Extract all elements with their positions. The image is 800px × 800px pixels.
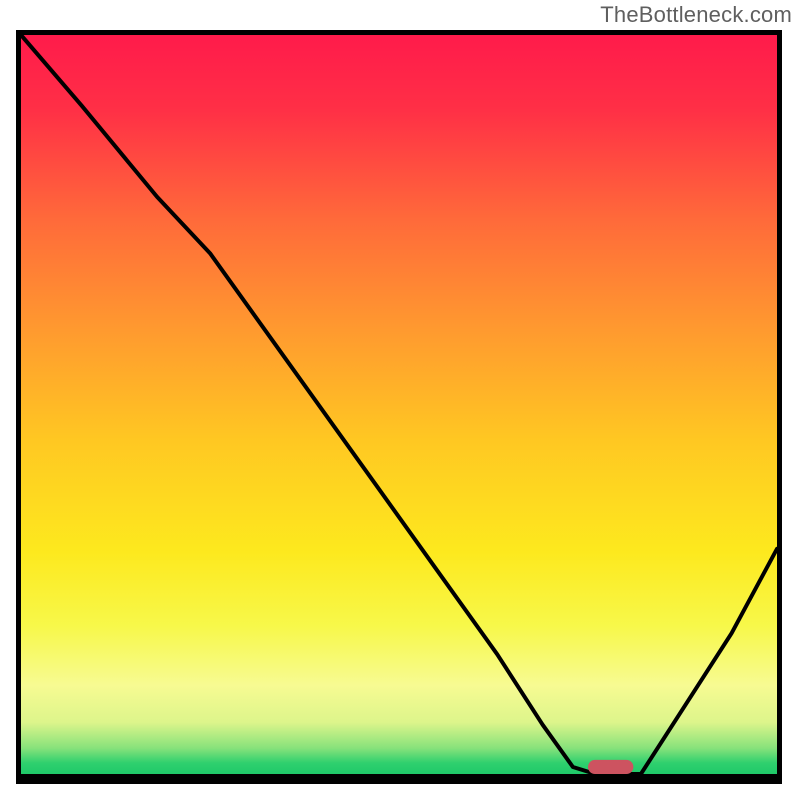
background-gradient bbox=[21, 35, 777, 774]
chart-frame bbox=[16, 30, 782, 784]
chart-container: TheBottleneck.com bbox=[0, 0, 800, 800]
attribution-text: TheBottleneck.com bbox=[600, 2, 792, 28]
optimal-marker bbox=[588, 760, 633, 774]
chart-svg bbox=[21, 35, 777, 774]
